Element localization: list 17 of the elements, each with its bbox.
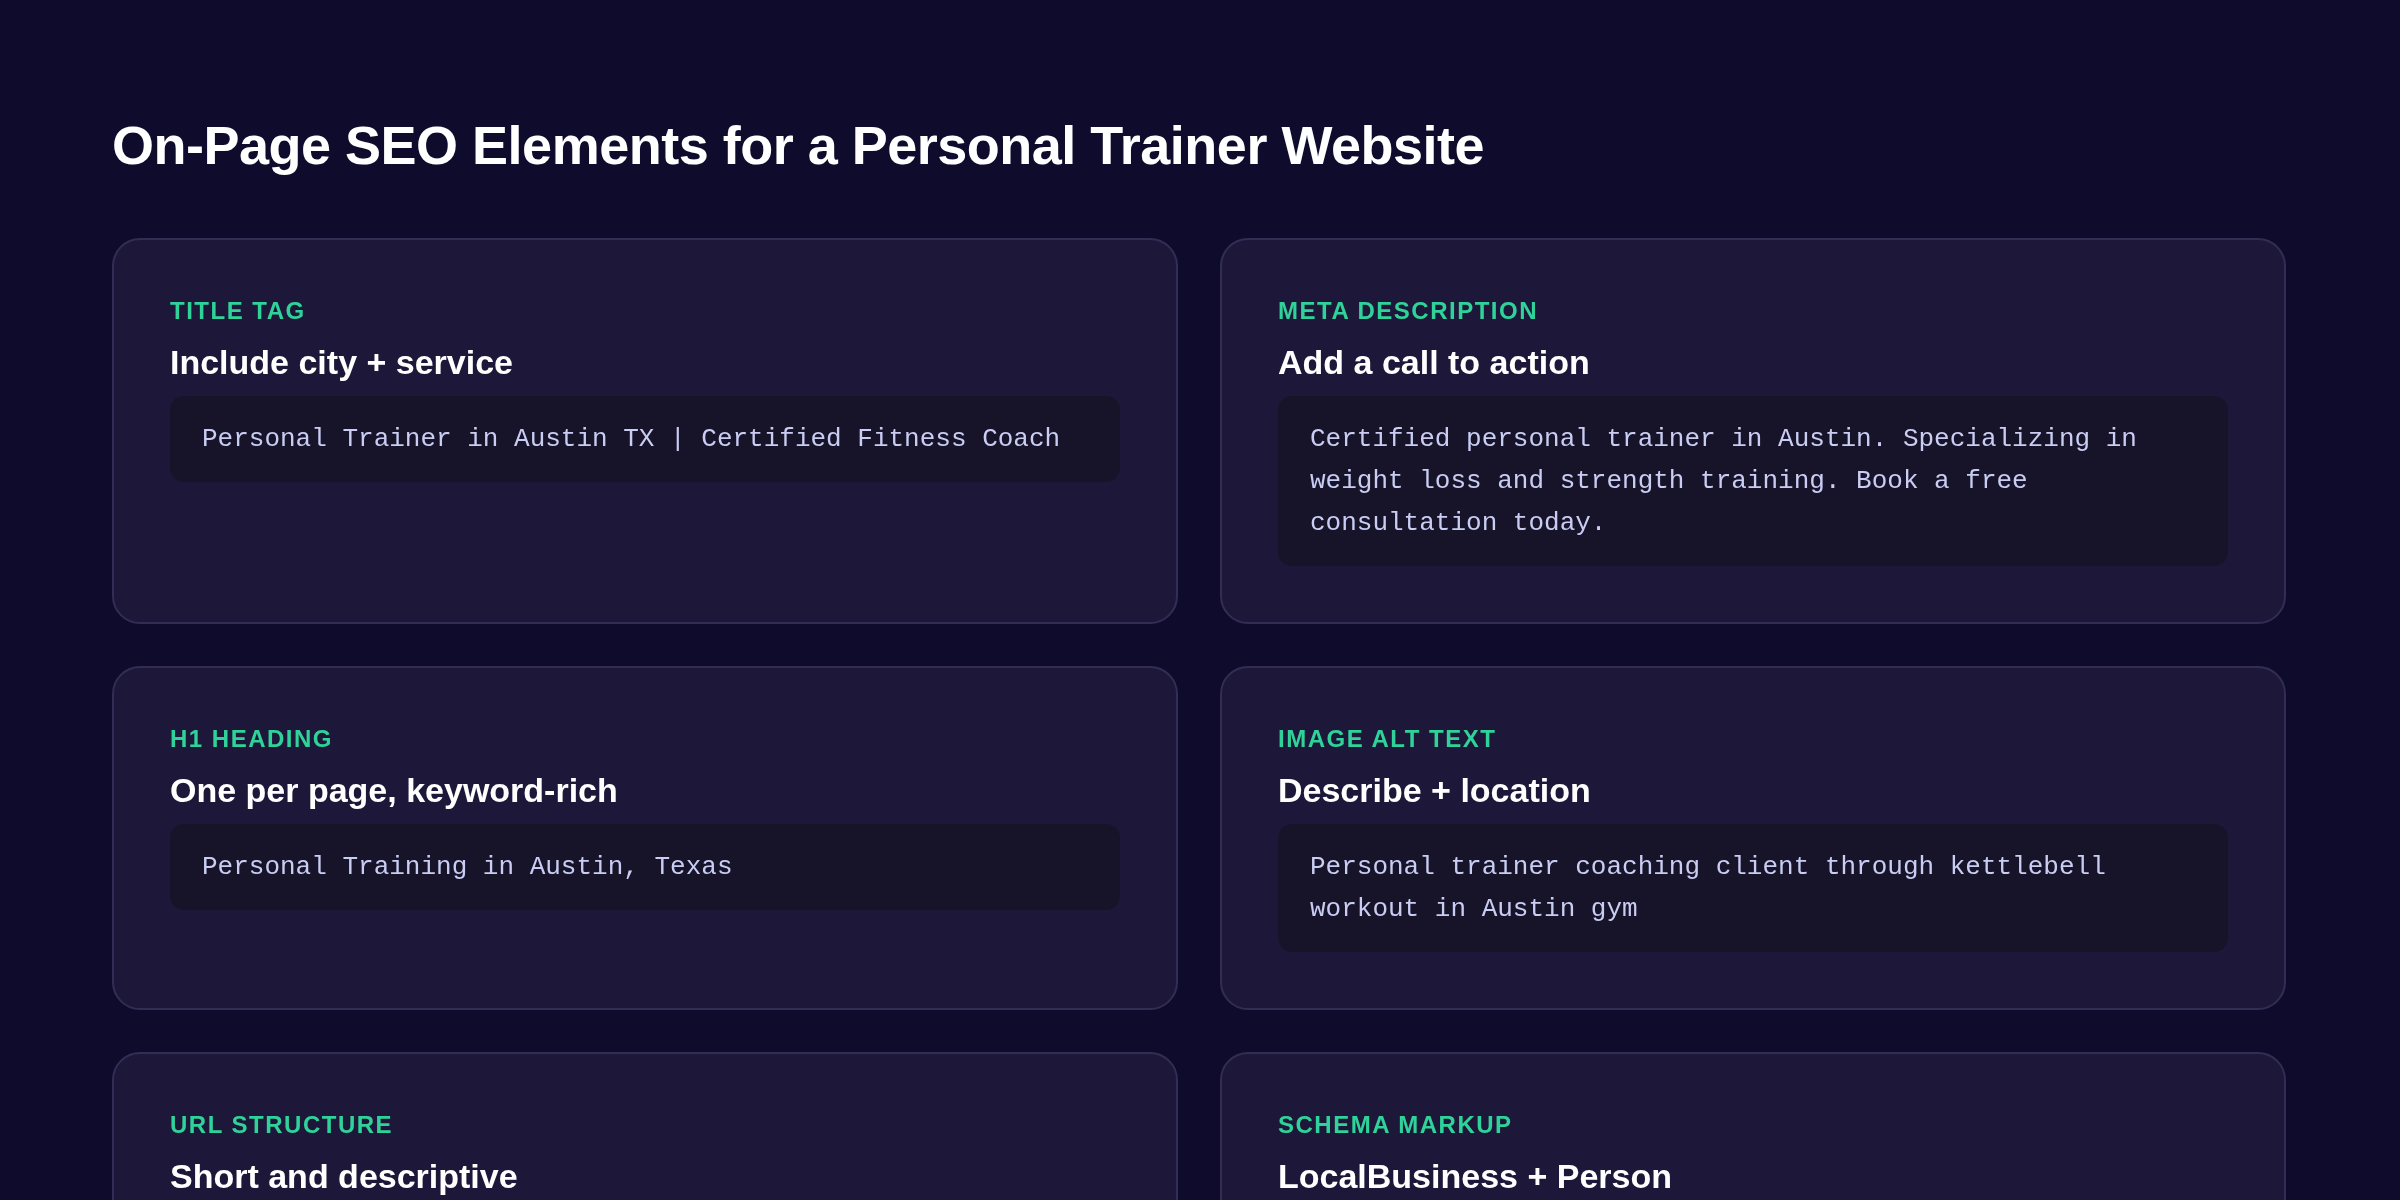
card-heading: Add a call to action [1278,342,1591,383]
card-heading: Short and descriptive [170,1156,519,1197]
code-example: Personal trainer coaching client through kettlebell workout in Austin gym [1278,824,2228,952]
card-heading: Include city + service [170,342,515,383]
card-label: SCHEMA MARKUP [1278,1110,1514,1140]
code-example: Personal Training in Austin, Texas [170,824,1120,910]
card-label: TITLE TAG [170,296,307,326]
page-title: On-Page SEO Elements for a Personal Trainer Website [112,114,1485,177]
card-label: META DESCRIPTION [1278,296,1539,326]
card-heading: LocalBusiness + Person [1278,1156,1673,1197]
code-example: Certified personal trainer in Austin. Specializing in weight loss and strength training. Book a free consultation today. [1278,396,2228,566]
card-label: URL STRUCTURE [170,1110,395,1140]
card-label: IMAGE ALT TEXT [1278,724,1498,754]
card-heading: One per page, keyword-rich [170,770,619,811]
code-example: Personal Trainer in Austin TX | Certified Fitness Coach [170,396,1120,482]
card-label: H1 HEADING [170,724,335,754]
card-heading: Describe + location [1278,770,1592,811]
